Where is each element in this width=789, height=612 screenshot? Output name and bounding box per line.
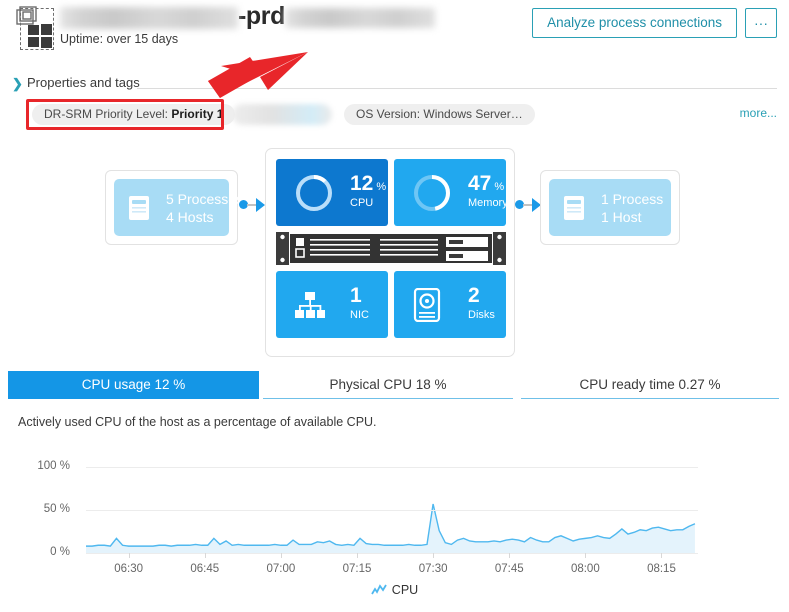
chart-plot-area	[86, 467, 698, 554]
tag-dr-srm-priority[interactable]: DR-SRM Priority Level: Priority 1	[32, 104, 236, 125]
chart-x-tick-label: 06:45	[190, 563, 220, 575]
tag-os-version[interactable]: OS Version: Windows Server…	[344, 104, 535, 125]
chart-x-tick-label: 07:30	[418, 563, 448, 575]
chart-y-tick-label: 0 %	[50, 546, 70, 558]
tab-cpu-ready-time[interactable]: CPU ready time 0.27 %	[521, 371, 779, 399]
page-header: -prd Uptime: over 15 days Analyze proces…	[0, 0, 789, 62]
tile-cpu-label: CPU	[350, 197, 374, 209]
chart-x-tick-label: 07:45	[494, 563, 524, 575]
chart-x-tick	[128, 553, 130, 558]
vm-detail-page: -prd Uptime: over 15 days Analyze proces…	[0, 0, 789, 612]
tile-cpu-value: 12%	[350, 172, 387, 195]
chart-gridline	[86, 510, 698, 511]
tab-description: Actively used CPU of the host as a perce…	[18, 415, 377, 429]
windows-logo-icon	[28, 24, 52, 48]
line-chart-icon	[371, 584, 387, 595]
tile-nic-label: NIC	[350, 309, 369, 321]
chart-legend: CPU	[0, 583, 789, 597]
chart-x-tick	[509, 553, 511, 558]
virtual-machine-windows-icon	[12, 6, 56, 52]
outgoing-node-text: 1 Process 1 Host	[601, 190, 663, 226]
tile-disks[interactable]: 2 Disks	[394, 271, 506, 338]
chart-x-tick-label: 07:00	[266, 563, 296, 575]
tile-cpu-unit: %	[376, 181, 387, 193]
chart-x-tick	[280, 553, 282, 558]
incoming-node-text: 5 Processes 4 Hosts	[166, 190, 243, 226]
tile-memory-value: 47%	[468, 172, 505, 195]
host-resource-card: 12% CPU 47% Memory 1 NIC 2 Disks	[265, 148, 515, 357]
redacted-hostname-prefix	[60, 6, 238, 29]
incoming-processes-count: 5 Processes	[166, 190, 244, 207]
connector-arrow-left	[256, 198, 265, 212]
properties-and-tags-section[interactable]: ❯ Properties and tags	[0, 72, 789, 98]
chart-x-tick-label: 07:15	[342, 563, 372, 575]
chart-gridline	[86, 467, 698, 468]
server-host-icon	[564, 195, 584, 220]
rack-server-icon	[276, 232, 506, 265]
network-icon	[295, 291, 325, 318]
incoming-hosts-count: 4 Hosts	[166, 208, 214, 225]
tag-key: DR-SRM Priority Level:	[44, 107, 172, 121]
tile-cpu[interactable]: 12% CPU	[276, 159, 388, 226]
page-title-text: -prd	[238, 2, 285, 30]
outgoing-hosts-count: 1 Host	[601, 208, 642, 225]
tile-memory-label: Memory	[468, 197, 508, 209]
disk-icon	[413, 287, 441, 322]
incoming-connections-node[interactable]: 5 Processes 4 Hosts	[105, 170, 243, 245]
analyze-process-connections-button[interactable]: Analyze process connections	[532, 8, 737, 38]
more-tags-link[interactable]: more...	[740, 106, 777, 120]
section-divider	[137, 88, 777, 89]
outgoing-processes-count: 1 Process	[601, 190, 664, 207]
chart-gridline	[86, 553, 698, 554]
chart-x-tick	[661, 553, 663, 558]
tile-memory[interactable]: 47% Memory	[394, 159, 508, 226]
chart-x-tick	[204, 553, 206, 558]
topology-diagram: 5 Processes 4 Hosts 12% CPU 47 % Memory …	[0, 138, 789, 363]
chart-x-tick	[433, 553, 435, 558]
chevron-right-icon[interactable]: ❯	[12, 76, 23, 92]
tile-disks-value: 2	[468, 284, 480, 307]
tag-redacted[interactable]	[232, 104, 332, 125]
tag-value: Priority 1	[171, 107, 224, 121]
chart-x-tick-label: 06:30	[114, 563, 144, 575]
tile-memory-unit: %	[494, 181, 505, 193]
chart-y-tick-label: 50 %	[43, 503, 70, 515]
tab-cpu-usage[interactable]: CPU usage 12 %	[8, 371, 259, 399]
tab-physical-cpu[interactable]: Physical CPU 18 %	[263, 371, 513, 399]
chart-x-tick	[356, 553, 358, 558]
tile-nic[interactable]: 1 NIC	[276, 271, 388, 338]
chart-y-tick-label: 100 %	[37, 460, 70, 472]
donut-gauge-icon	[296, 174, 332, 211]
redacted-hostname-suffix	[285, 7, 435, 28]
chart-x-tick-label: 08:15	[647, 563, 676, 575]
donut-gauge-icon	[414, 174, 450, 211]
tag-row: DR-SRM Priority Level: Priority 1 OS Ver…	[0, 99, 789, 134]
incoming-node-body: 5 Processes 4 Hosts	[114, 179, 243, 236]
outgoing-connections-node[interactable]: 1 Process 1 Host	[540, 170, 680, 245]
tile-disks-label: Disks	[468, 309, 495, 321]
properties-and-tags-label: Properties and tags	[27, 75, 140, 90]
more-actions-button[interactable]: ···	[745, 8, 777, 38]
chart-legend-label: CPU	[391, 583, 419, 597]
chart-x-tick	[585, 553, 587, 558]
chart-x-tick-label: 08:00	[570, 563, 600, 575]
metric-tabs: CPU usage 12 % Physical CPU 18 % CPU rea…	[0, 371, 789, 401]
server-host-icon	[129, 195, 149, 220]
uptime-label: Uptime: over 15 days	[60, 32, 179, 46]
outgoing-node-body: 1 Process 1 Host	[549, 179, 671, 236]
cpu-usage-chart: 100 % 50 % 0 % 06:30 06:45 07:00 07:15 07:30 07…	[0, 453, 789, 608]
tile-nic-value: 1	[350, 284, 362, 307]
